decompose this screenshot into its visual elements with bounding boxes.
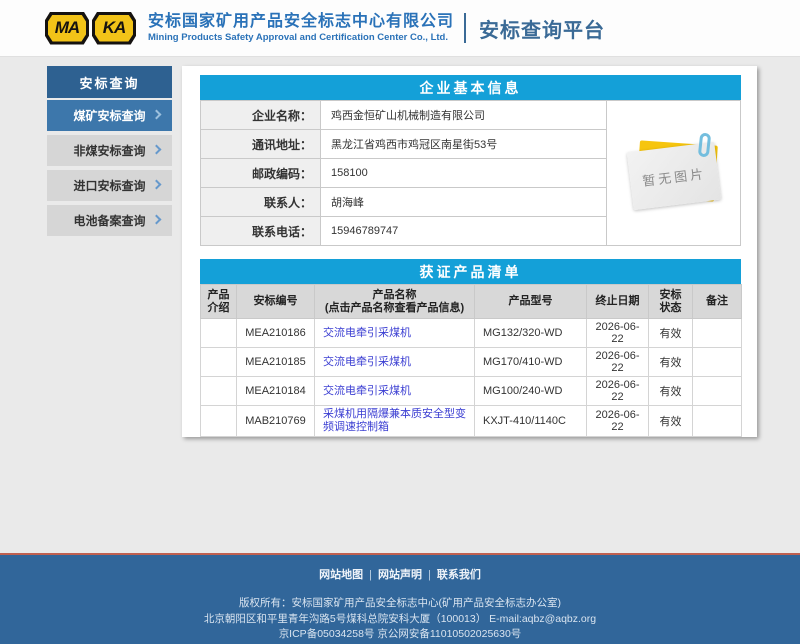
products-table: 产品 介绍 安标编号 产品名称 (点击产品名称查看产品信息) 产品型号 终止日期… (200, 284, 742, 437)
footer-address: 北京朝阳区和平里青年沟路5号煤科总院安科大厦（100013） E-mail:aq… (0, 612, 800, 628)
org-titles: 安标国家矿用产品安全标志中心有限公司 Mining Products Safet… (148, 12, 454, 44)
intro-cell (201, 319, 237, 348)
table-row: 邮政编码： 158100 (201, 159, 607, 188)
sidebar-item-import-query[interactable]: 进口安标查询 (47, 170, 172, 201)
table-row: 企业名称： 鸡西金恒矿山机械制造有限公司 (201, 101, 607, 130)
platform-title: 安标查询平台 (479, 14, 605, 43)
table-row: MEA210184 交流电牵引采煤机 MG100/240-WD 2026-06-… (201, 377, 742, 406)
status-cell: 有效 (649, 348, 693, 377)
contact-value: 胡海峰 (321, 188, 607, 217)
sidebar: 安标查询 煤矿安标查询 非煤安标查询 进口安标查询 电池备案查询 (47, 66, 172, 236)
footer-link-contact[interactable]: 联系我们 (437, 569, 481, 581)
table-row: 联系人： 胡海峰 (201, 188, 607, 217)
status-cell: 有效 (649, 319, 693, 348)
no-image-placeholder: 暂无图片 (624, 133, 724, 213)
sidebar-item-noncoal-query[interactable]: 非煤安标查询 (47, 135, 172, 166)
chevron-right-icon (152, 145, 162, 155)
org-name-cn: 安标国家矿用产品安全标志中心有限公司 (148, 12, 454, 32)
expiry-cell: 2026-06-22 (587, 406, 649, 437)
company-info-section: 企业名称： 鸡西金恒矿山机械制造有限公司 通讯地址： 黑龙江省鸡西市鸡冠区南星街… (200, 100, 741, 246)
col-status: 安标 状态 (649, 285, 693, 319)
status-cell: 有效 (649, 377, 693, 406)
model-cell: MG100/240-WD (475, 377, 587, 406)
product-name-link[interactable]: 交流电牵引采煤机 (323, 327, 411, 339)
paperclip-icon (697, 132, 710, 157)
cert-no-cell: MEA210186 (237, 319, 315, 348)
address-label: 通讯地址： (201, 130, 321, 159)
col-cert-no: 安标编号 (237, 285, 315, 319)
expiry-cell: 2026-06-22 (587, 319, 649, 348)
model-cell: KXJT-410/1140C (475, 406, 587, 437)
footer-separator: | (428, 569, 431, 581)
postcode-value: 158100 (321, 159, 607, 188)
phone-label: 联系电话： (201, 217, 321, 246)
org-name-en: Mining Products Safety Approval and Cert… (148, 32, 454, 44)
table-row: MAB210769 采煤机用隔爆兼本质安全型变频调速控制箱 KXJT-410/1… (201, 406, 742, 437)
table-row: 通讯地址： 黑龙江省鸡西市鸡冠区南星街53号 (201, 130, 607, 159)
remark-cell (693, 377, 742, 406)
ma-badge-icon: MA (45, 12, 89, 45)
sidebar-item-battery-query[interactable]: 电池备案查询 (47, 205, 172, 236)
model-cell: MG170/410-WD (475, 348, 587, 377)
site-header: MA KA 安标国家矿用产品安全标志中心有限公司 Mining Products… (0, 0, 800, 57)
status-cell: 有效 (649, 406, 693, 437)
table-row: MEA210185 交流电牵引采煤机 MG170/410-WD 2026-06-… (201, 348, 742, 377)
remark-cell (693, 348, 742, 377)
footer-link-statement[interactable]: 网站声明 (378, 569, 422, 581)
remark-cell (693, 406, 742, 437)
sidebar-item-label: 非煤安标查询 (73, 142, 145, 159)
col-expiry: 终止日期 (587, 285, 649, 319)
company-name-value: 鸡西金恒矿山机械制造有限公司 (321, 101, 607, 130)
col-product-name: 产品名称 (点击产品名称查看产品信息) (315, 285, 475, 319)
products-header: 获证产品清单 (200, 259, 741, 284)
footer-icp: 京ICP备05034258号 京公网安备11010502025630号 (0, 627, 800, 643)
postcode-label: 邮政编码： (201, 159, 321, 188)
remark-cell (693, 319, 742, 348)
company-info-header: 企业基本信息 (200, 75, 741, 100)
main-content-card: 企业基本信息 企业名称： 鸡西金恒矿山机械制造有限公司 通讯地址： 黑龙江省鸡西… (182, 66, 757, 437)
cert-no-cell: MEA210184 (237, 377, 315, 406)
footer-copyright: 版权所有：安标国家矿用产品安全标志中心(矿用产品安全标志办公室) (0, 596, 800, 612)
phone-value: 15946789747 (321, 217, 607, 246)
col-remark: 备注 (693, 285, 742, 319)
site-footer: 网站地图 | 网站声明 | 联系我们 版权所有：安标国家矿用产品安全标志中心(矿用产品安… (0, 553, 800, 644)
intro-cell (201, 377, 237, 406)
company-name-label: 企业名称： (201, 101, 321, 130)
model-cell: MG132/320-WD (475, 319, 587, 348)
table-row: 联系电话： 15946789747 (201, 217, 607, 246)
contact-label: 联系人： (201, 188, 321, 217)
product-name-link[interactable]: 交流电牵引采煤机 (323, 385, 411, 397)
maka-logo: MA KA (45, 12, 136, 45)
sidebar-item-coal-query[interactable]: 煤矿安标查询 (47, 100, 172, 131)
sidebar-item-label: 进口安标查询 (73, 177, 145, 194)
products-header-row: 产品 介绍 安标编号 产品名称 (点击产品名称查看产品信息) 产品型号 终止日期… (201, 285, 742, 319)
chevron-right-icon (152, 215, 162, 225)
cert-no-cell: MAB210769 (237, 406, 315, 437)
intro-cell (201, 406, 237, 437)
header-divider (464, 13, 466, 43)
ka-badge-icon: KA (92, 12, 136, 45)
footer-links: 网站地图 | 网站声明 | 联系我们 (0, 566, 800, 582)
expiry-cell: 2026-06-22 (587, 377, 649, 406)
sidebar-item-label: 煤矿安标查询 (73, 107, 145, 124)
table-row: MEA210186 交流电牵引采煤机 MG132/320-WD 2026-06-… (201, 319, 742, 348)
chevron-right-icon (152, 180, 162, 190)
footer-separator: | (369, 569, 372, 581)
col-intro: 产品 介绍 (201, 285, 237, 319)
address-value: 黑龙江省鸡西市鸡冠区南星街53号 (321, 130, 607, 159)
expiry-cell: 2026-06-22 (587, 348, 649, 377)
product-name-link[interactable]: 交流电牵引采煤机 (323, 356, 411, 368)
intro-cell (201, 348, 237, 377)
cert-no-cell: MEA210185 (237, 348, 315, 377)
product-name-link[interactable]: 采煤机用隔爆兼本质安全型变频调速控制箱 (323, 408, 466, 433)
chevron-right-icon (152, 110, 162, 120)
company-photo-box: 暂无图片 (607, 100, 741, 246)
company-info-table: 企业名称： 鸡西金恒矿山机械制造有限公司 通讯地址： 黑龙江省鸡西市鸡冠区南星街… (200, 100, 607, 246)
sidebar-title: 安标查询 (47, 66, 172, 98)
footer-link-sitemap[interactable]: 网站地图 (319, 569, 363, 581)
sidebar-item-label: 电池备案查询 (73, 212, 145, 229)
col-model: 产品型号 (475, 285, 587, 319)
